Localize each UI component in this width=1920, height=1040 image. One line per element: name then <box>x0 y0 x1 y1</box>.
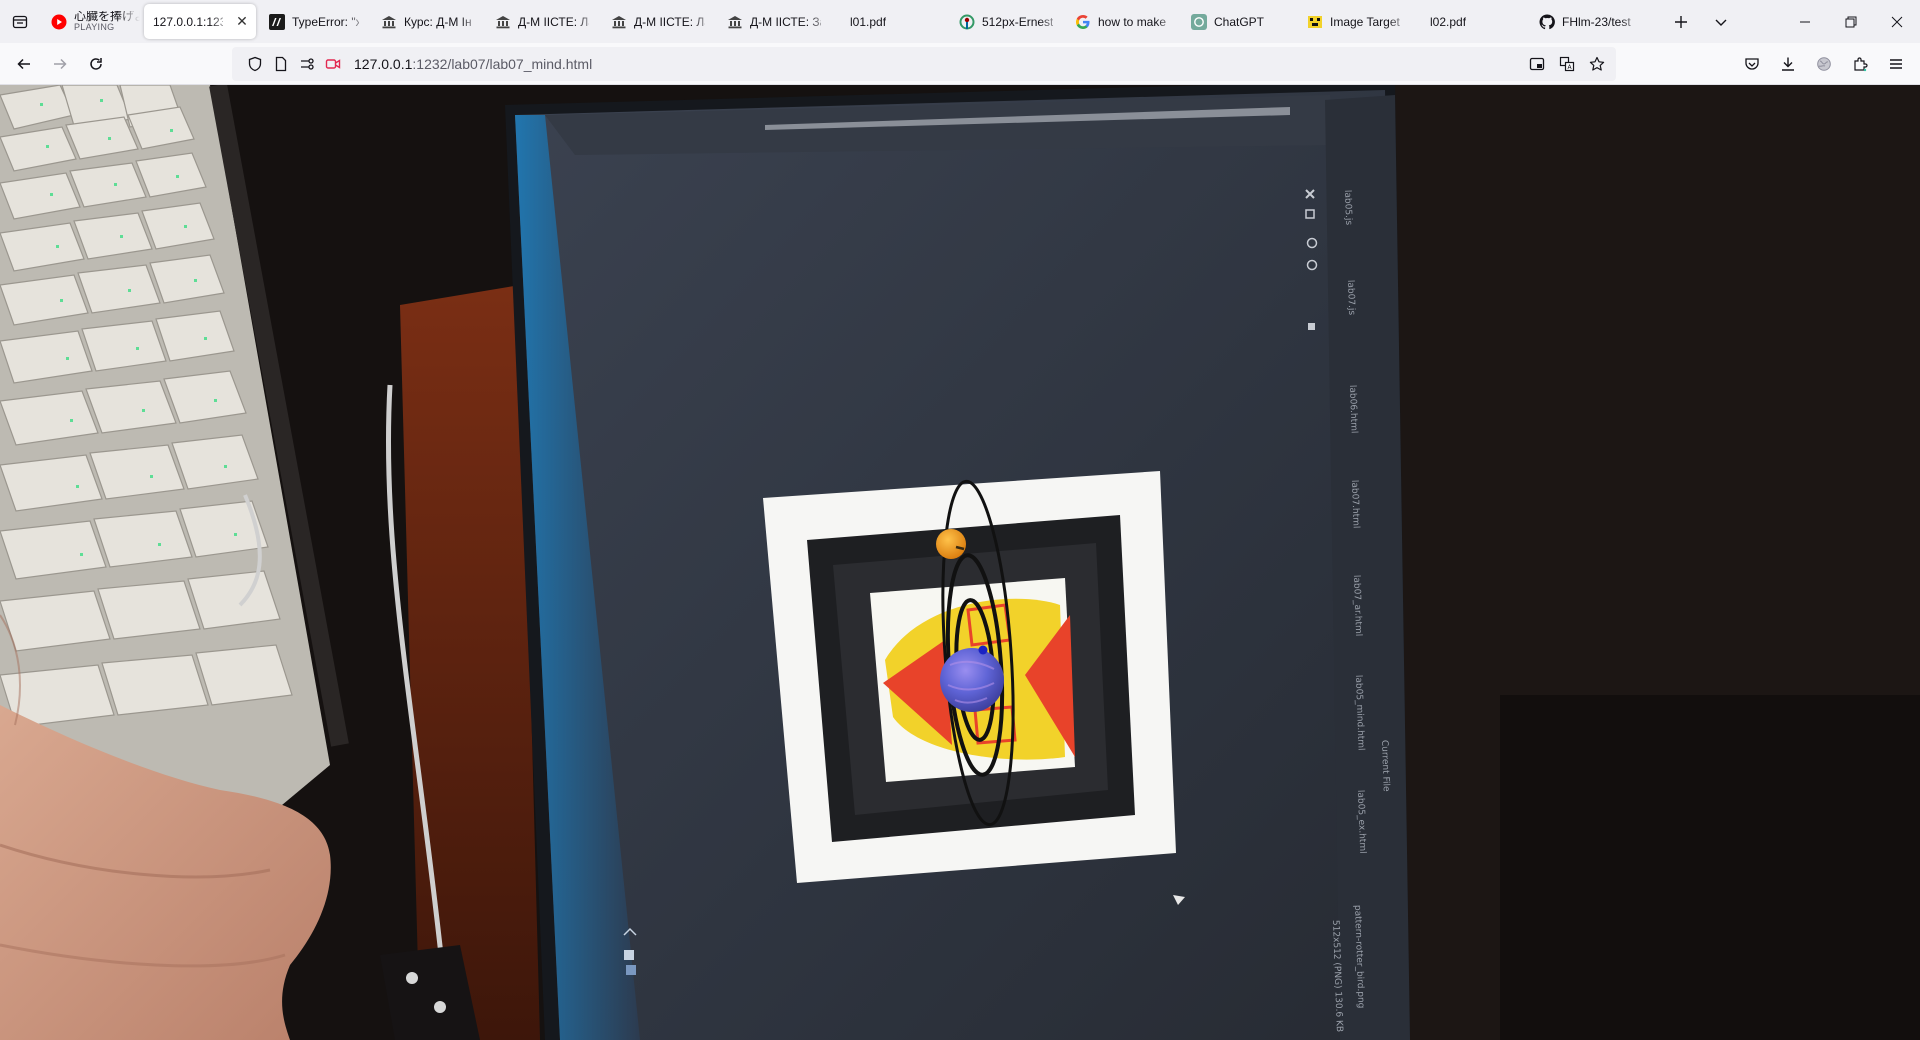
picture-in-picture-icon[interactable] <box>1522 51 1552 77</box>
editor-file-label: Current File <box>1379 740 1391 793</box>
tab-moodle-lab-1[interactable]: Д-М ІІСТЕ: Ла <box>486 4 598 39</box>
new-tab-button[interactable] <box>1665 6 1697 38</box>
reload-button[interactable] <box>80 48 112 80</box>
chatgpt-icon <box>1191 13 1207 30</box>
tab-title: l01.pdf <box>850 14 887 29</box>
translate-icon[interactable]: A <box>1552 51 1582 77</box>
puzzle-icon <box>1854 57 1868 72</box>
editor-file-label: lab07.html <box>1349 480 1361 529</box>
firefox-view-icon <box>12 15 28 28</box>
tab-pdf-l01[interactable]: l01.pdf <box>834 4 946 39</box>
google-icon <box>1075 14 1091 30</box>
ar-camera-view[interactable]: lab05.js lab07.js lab06.html lab07.html … <box>0 85 1920 1040</box>
pocket-button[interactable] <box>1736 48 1768 80</box>
tab-image-target[interactable]: Image Target <box>1298 4 1410 39</box>
tab-chatgpt[interactable]: ChatGPT <box>1182 4 1294 39</box>
navigation-toolbar: 127.0.0.1:1232/lab07/lab07_mind.html A <box>0 43 1920 85</box>
minimize-icon <box>1800 21 1810 22</box>
chevron-down-icon <box>1715 19 1727 26</box>
tab-pdf-l02[interactable]: l02.pdf <box>1414 4 1526 39</box>
url-host: 127.0.0.1 <box>354 56 413 72</box>
restore-button[interactable] <box>1828 0 1874 43</box>
mdn-icon <box>269 13 285 30</box>
tab-youtube[interactable]: 心臓を捧げよ PLAYING <box>42 4 140 39</box>
permissions-icon[interactable] <box>294 51 320 77</box>
tracking-protection-icon[interactable] <box>242 51 268 77</box>
moodle-icon <box>381 14 397 30</box>
restore-icon <box>1845 16 1857 27</box>
editor-file-label: lab06.html <box>1347 385 1359 434</box>
vpn-button[interactable] <box>1808 48 1840 80</box>
url-path: :1232/lab07/lab07_mind.html <box>412 56 593 72</box>
editor-file-label: lab07.js <box>1345 280 1356 316</box>
moodle-icon <box>495 14 511 30</box>
pocket-icon <box>1745 58 1759 70</box>
arrow-right-icon <box>54 58 67 70</box>
github-icon <box>1539 13 1555 30</box>
bookmark-star-icon[interactable] <box>1582 51 1612 77</box>
arrow-left-icon <box>17 58 30 70</box>
tab-moodle-lab-2[interactable]: Д-М ІІСТЕ: Ла <box>602 4 714 39</box>
small-satellite <box>978 645 988 655</box>
minimize-button[interactable] <box>1782 0 1828 43</box>
tab-mdn[interactable]: TypeError: "x" <box>260 4 368 39</box>
globe-icon <box>1817 57 1831 71</box>
close-icon[interactable]: ✕ <box>234 13 250 30</box>
mindar-icon <box>1307 14 1323 30</box>
camera-sharing-icon[interactable] <box>320 51 346 77</box>
url-text[interactable]: 127.0.0.1:1232/lab07/lab07_mind.html <box>354 56 592 72</box>
downloads-button[interactable] <box>1772 48 1804 80</box>
reload-icon <box>90 58 102 70</box>
list-all-tabs-button[interactable] <box>1705 6 1737 38</box>
tab-localhost[interactable]: 127.0.0.1:1232/ ✕ <box>144 4 256 39</box>
tab-strip: 心臓を捧げよ PLAYING 127.0.0.1:1232/ ✕ TypeErr… <box>0 0 1920 43</box>
tab-wikimedia[interactable]: 512px-Ernest_ <box>950 4 1062 39</box>
editor-file-label: lab05.js <box>1342 190 1353 226</box>
camera-feed: lab05.js lab07.js lab06.html lab07.html … <box>0 85 1920 1040</box>
address-bar[interactable]: 127.0.0.1:1232/lab07/lab07_mind.html A <box>232 47 1616 81</box>
tab-title: ChatGPT <box>1214 14 1265 29</box>
page-info-icon[interactable] <box>268 51 294 77</box>
moodle-icon <box>727 14 743 30</box>
wikimedia-icon <box>959 14 975 30</box>
tab-github[interactable]: FHlm-23/test <box>1530 4 1642 39</box>
plus-icon <box>1675 16 1687 28</box>
back-button[interactable] <box>8 48 40 80</box>
forward-button[interactable] <box>44 48 76 80</box>
moodle-icon <box>611 14 627 30</box>
firefox-view-button[interactable] <box>0 0 40 43</box>
tab-moodle-course[interactable]: Курс: Д-М Ін <box>372 4 482 39</box>
extensions-button[interactable] <box>1844 48 1876 80</box>
hamburger-menu-icon <box>1890 59 1902 69</box>
download-icon <box>1782 57 1794 71</box>
moon-sphere <box>936 529 966 559</box>
tab-title: l02.pdf <box>1430 14 1467 29</box>
close-icon <box>1891 16 1903 27</box>
youtube-icon <box>51 14 67 30</box>
app-menu-button[interactable] <box>1880 48 1912 80</box>
tab-list: 心臓を捧げよ PLAYING 127.0.0.1:1232/ ✕ TypeErr… <box>40 0 1644 43</box>
close-window-button[interactable] <box>1874 0 1920 43</box>
tab-moodle-task[interactable]: Д-М ІІСТЕ: За <box>718 4 830 39</box>
tab-google-search[interactable]: how to make <box>1066 4 1178 39</box>
